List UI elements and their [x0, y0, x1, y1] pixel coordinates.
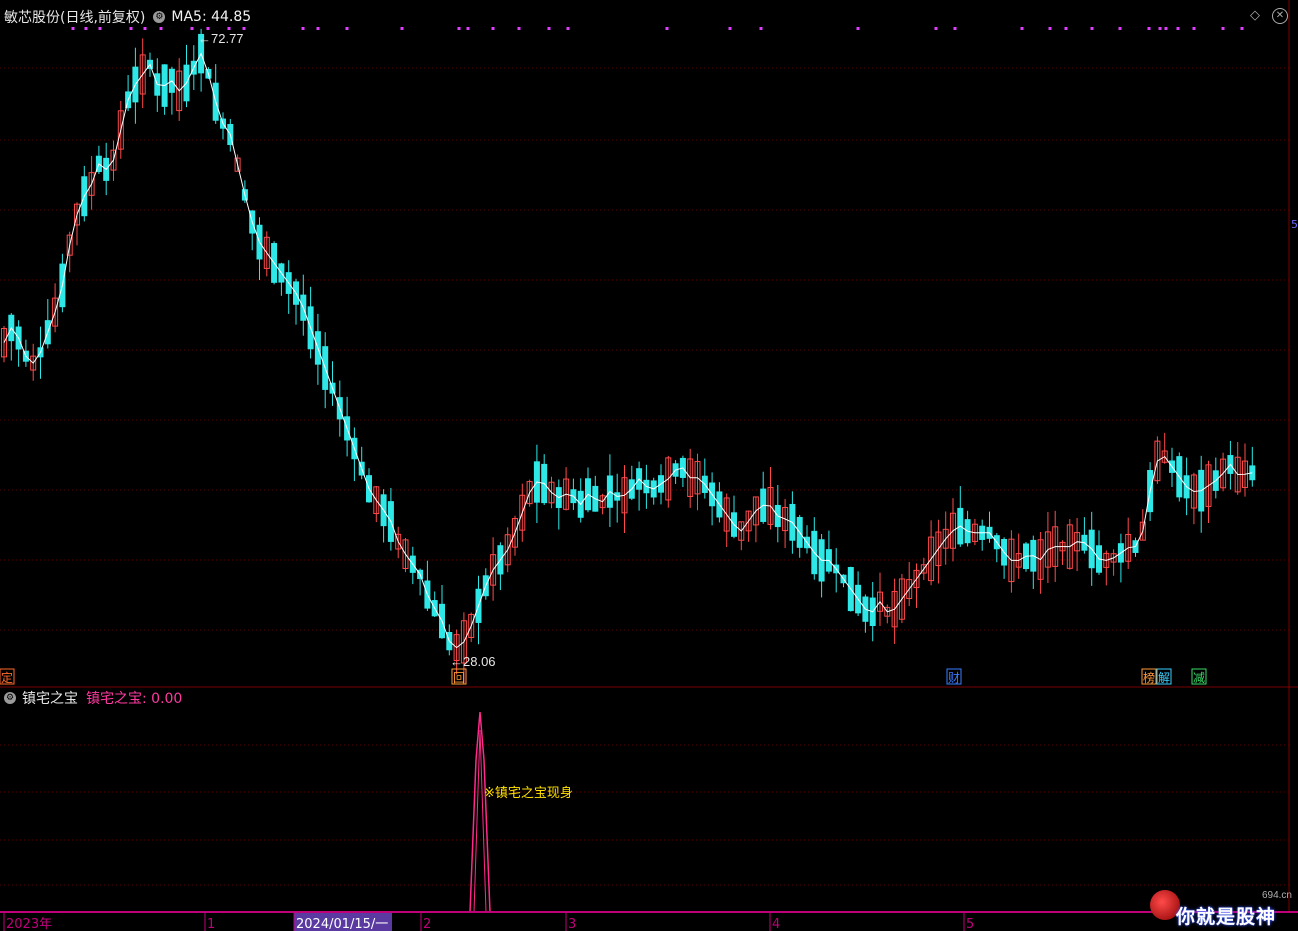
event-marker: 定 — [1, 670, 13, 685]
signal-dot — [301, 27, 305, 30]
signal-dot — [1147, 27, 1151, 30]
signal-dot — [206, 27, 210, 30]
x-axis: 2023年 1 2024/01/15/一 2 3 4 5 — [0, 911, 1298, 931]
period-low-label: ←28.06 — [450, 654, 496, 669]
signal-dot — [84, 27, 88, 30]
signal-dot — [1090, 27, 1094, 30]
signal-dot — [934, 27, 938, 30]
signal-dot — [953, 27, 957, 30]
signal-dot — [1192, 27, 1196, 30]
signal-dots — [71, 27, 1244, 30]
signal-dot — [1118, 27, 1122, 30]
diamond-icon[interactable]: ◇ — [1250, 8, 1260, 24]
signal-dot — [566, 27, 570, 30]
signal-dot — [1064, 27, 1068, 30]
chart-header: 敏芯股份(日线,前复权) ⚙ MA5: 44.85 — [4, 7, 251, 27]
signal-dot — [856, 27, 860, 30]
signal-dot — [227, 27, 231, 30]
indicator-value: 镇宅之宝: 0.00 — [86, 691, 183, 707]
event-marker: 回 — [453, 671, 465, 685]
signal-dot — [1020, 27, 1024, 30]
signal-dot — [728, 27, 732, 30]
period-high-label: ←72.77 — [198, 31, 244, 46]
grid-lines — [0, 0, 1298, 912]
watermark-url: 694.cn — [1261, 890, 1292, 901]
signal-dot — [242, 27, 246, 30]
window-controls: ◇ ✕ — [1250, 8, 1288, 24]
price-annotations: ←72.77 ←28.06 — [198, 31, 496, 669]
indicator-panel: ※镇宅之宝现身 — [469, 711, 573, 913]
event-marker: 榜 — [1143, 670, 1155, 685]
indicator-name[interactable]: 镇宅之宝 — [22, 688, 78, 708]
signal-dot — [316, 27, 320, 30]
signal-dot — [129, 27, 133, 30]
signal-dot — [457, 27, 461, 30]
signal-dot — [400, 27, 404, 30]
signal-dot — [1221, 27, 1225, 30]
right-edge-label: 5 — [1291, 218, 1298, 231]
event-markers: 定 回 财 榜解 减 5 — [0, 218, 1298, 685]
x-axis-label: 5 — [966, 917, 974, 931]
signal-dot — [517, 27, 521, 30]
close-icon[interactable]: ✕ — [1272, 8, 1288, 24]
ma5-line — [3, 52, 1253, 649]
signal-dot — [759, 27, 763, 30]
signal-dot — [547, 27, 551, 30]
event-marker: 解 — [1158, 671, 1170, 685]
signal-dot — [345, 27, 349, 30]
stock-title[interactable]: 敏芯股份(日线,前复权) — [4, 7, 145, 27]
watermark-text: 你就是股神 — [1176, 906, 1277, 928]
signal-dot — [159, 27, 163, 30]
signal-dot — [491, 27, 495, 30]
stock-chart[interactable]: ←72.77 ←28.06 定 回 财 榜解 减 5 ※镇宅之宝现身 2023年 1 2024/… — [0, 0, 1298, 931]
event-marker: 减 — [1193, 671, 1205, 685]
gear-icon[interactable]: ⚙ — [4, 692, 16, 704]
event-marker: 财 — [948, 671, 960, 685]
x-axis-label: 3 — [568, 917, 576, 931]
indicator-header: ⚙ 镇宅之宝 镇宅之宝: 0.00 — [4, 689, 182, 707]
signal-dot — [190, 27, 194, 30]
x-axis-label: 2 — [423, 917, 431, 931]
signal-dot — [98, 27, 102, 30]
signal-dot — [1176, 27, 1180, 30]
candlestick-series — [1, 28, 1256, 684]
x-axis-label: 1 — [207, 917, 215, 931]
signal-dot — [1164, 27, 1168, 30]
gear-icon[interactable]: ⚙ — [153, 11, 166, 23]
indicator-annotation: ※镇宅之宝现身 — [484, 785, 573, 801]
x-axis-label: 2024/01/15/一 — [296, 917, 388, 931]
signal-dot — [71, 27, 75, 30]
signal-dot — [1048, 27, 1052, 30]
x-axis-label: 2023年 — [6, 917, 52, 931]
signal-dot — [143, 27, 147, 30]
ma5-label: MA5: 44.85 — [171, 9, 252, 25]
x-axis-label: 4 — [772, 917, 780, 931]
signal-dot — [466, 27, 470, 30]
signal-dot — [1240, 27, 1244, 30]
watermark: 694.cn 你就是股神 — [1148, 886, 1298, 931]
signal-dot — [665, 27, 669, 30]
signal-dot — [1158, 27, 1162, 30]
